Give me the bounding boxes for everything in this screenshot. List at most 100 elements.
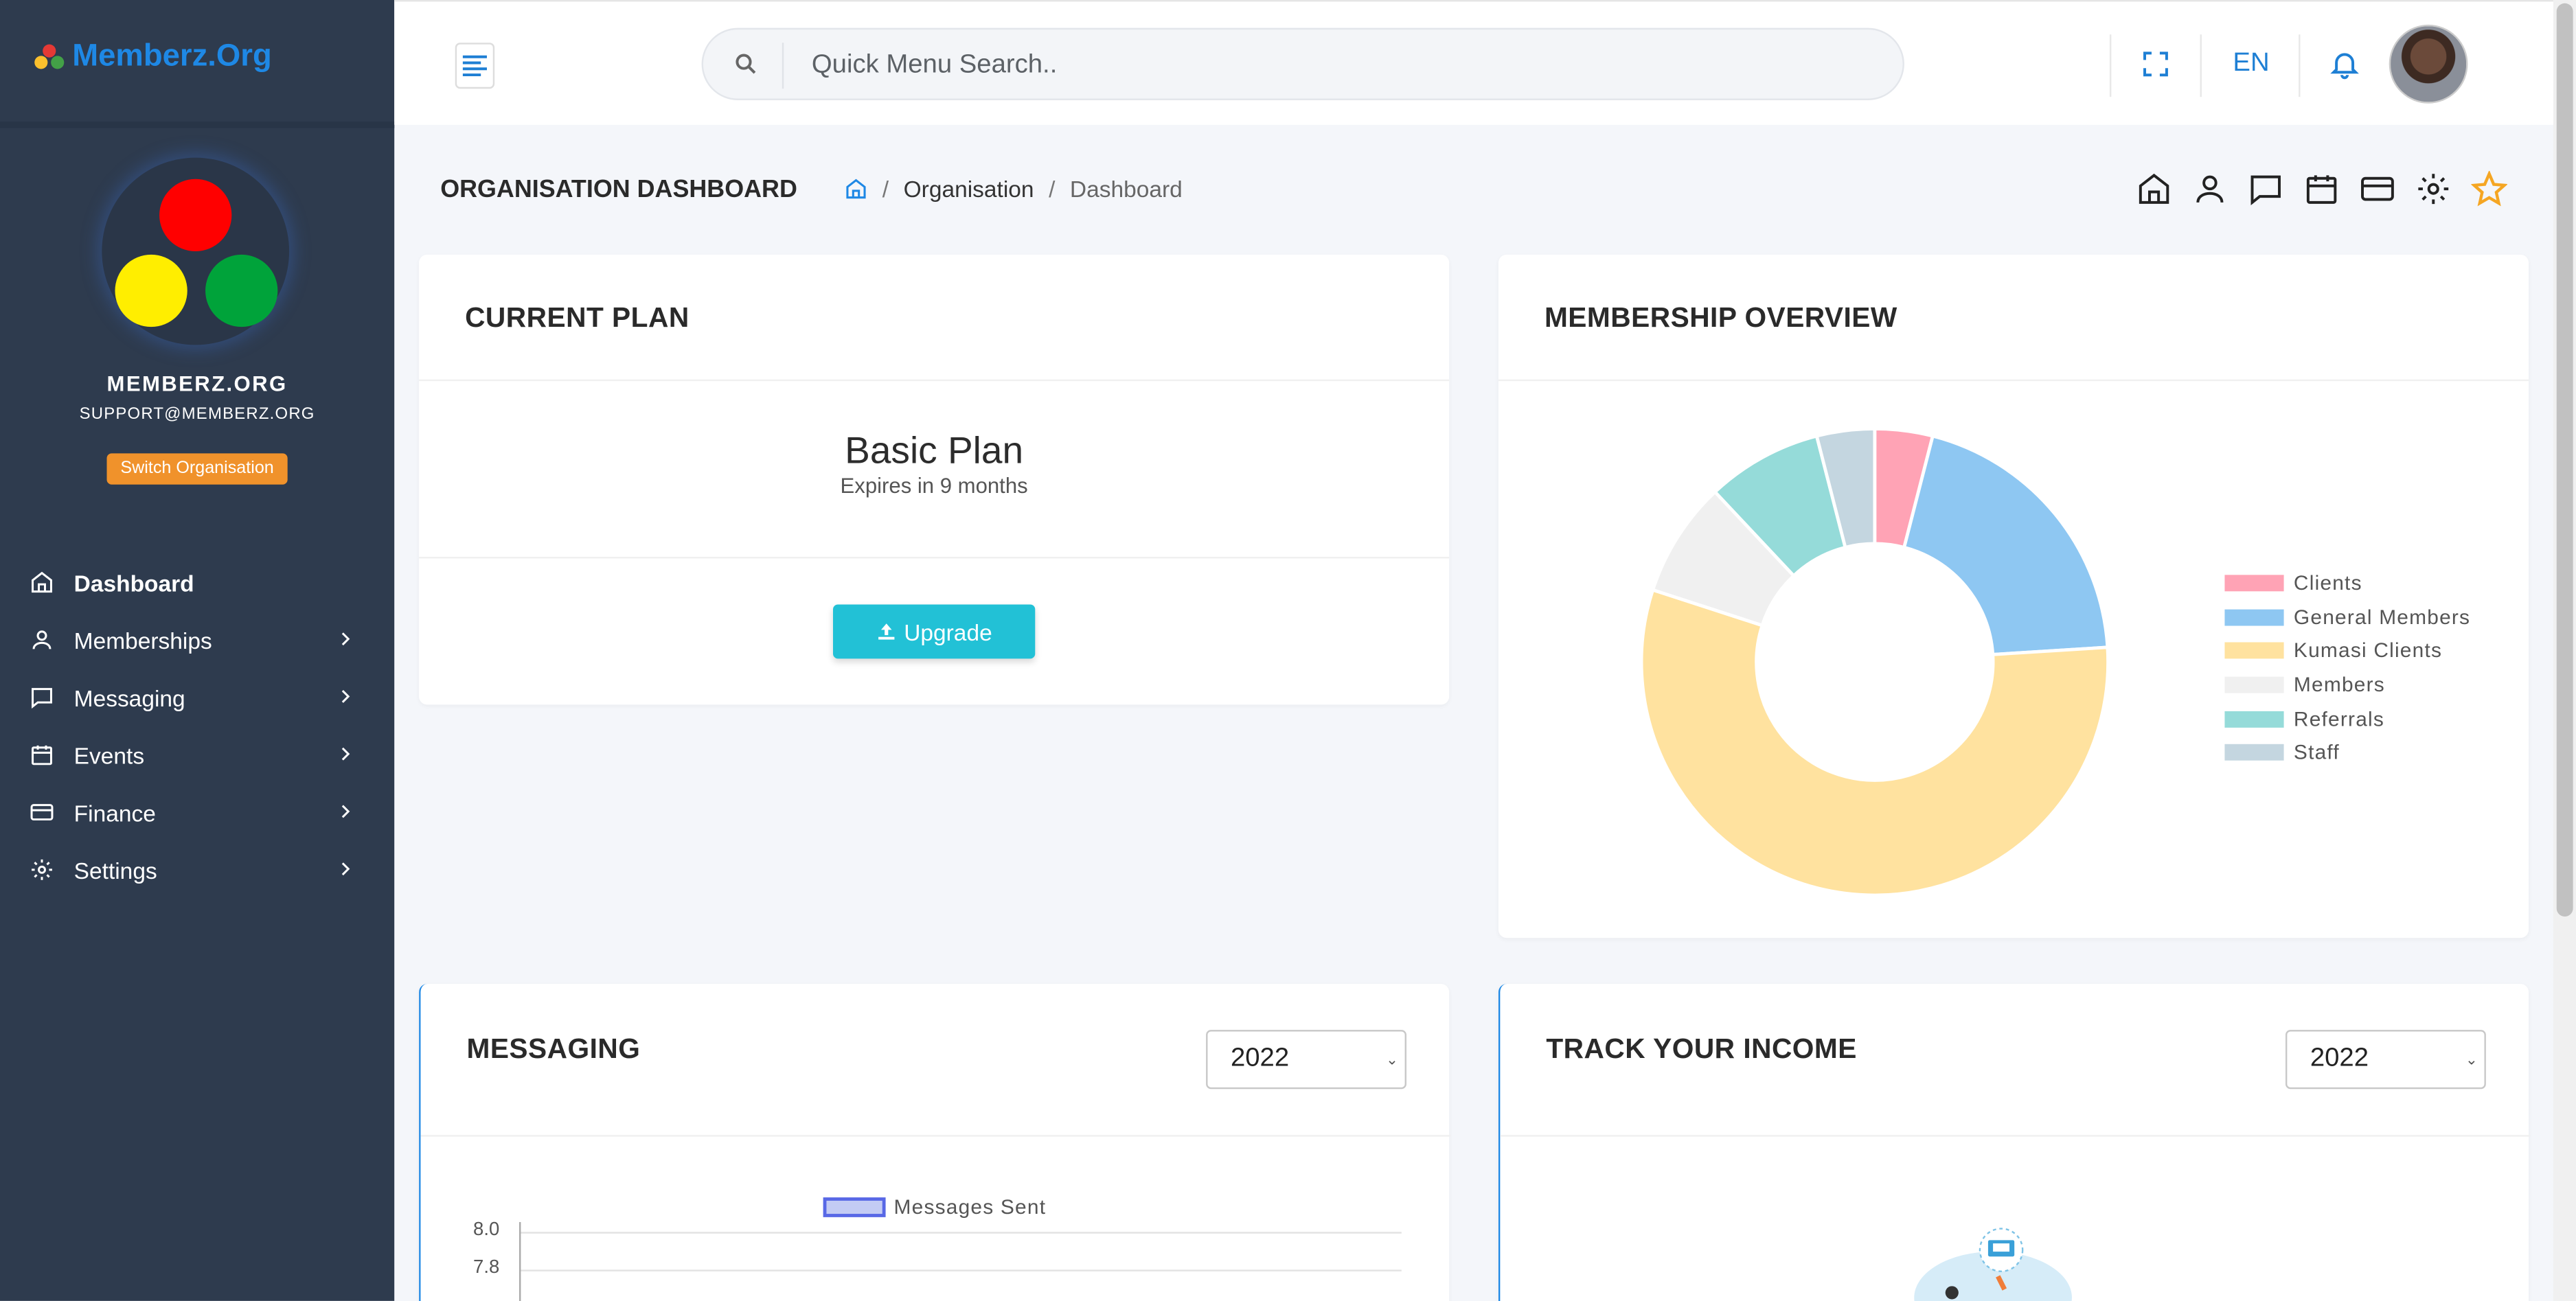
sidebar-item-finance[interactable]: Finance — [0, 783, 394, 841]
message-icon[interactable] — [2248, 171, 2284, 207]
donut-slice-general-members[interactable] — [1902, 434, 2110, 656]
chevron-right-icon — [341, 632, 350, 646]
breadcrumb-dashboard: Dashboard — [1069, 175, 1183, 203]
gear-icon — [32, 859, 52, 880]
home-icon[interactable] — [2136, 171, 2172, 207]
income-year-select[interactable]: 2022 ⌄ — [2285, 1030, 2486, 1090]
legend-swatch — [823, 1197, 886, 1217]
top-bar: EN — [394, 0, 2553, 125]
legend-item[interactable]: Members — [2224, 668, 2470, 702]
current-plan-card: CURRENT PLAN Basic Plan Expires in 9 mon… — [419, 254, 1450, 705]
legend-label: General Members — [2293, 606, 2471, 630]
messaging-card: MESSAGING 2022 ⌄ Messages Sent 8.0 7.8 — [419, 984, 1451, 1301]
divider — [2109, 34, 2112, 97]
plan-expiry: Expires in 9 months — [840, 473, 1028, 498]
legend-item[interactable]: Referrals — [2224, 702, 2470, 735]
chevron-right-icon — [341, 862, 350, 876]
breadcrumb: / Organisation / Dashboard — [845, 176, 1183, 202]
gear-icon[interactable] — [2415, 171, 2452, 207]
message-icon — [32, 688, 52, 709]
divider — [419, 379, 1450, 382]
card-icon[interactable] — [2360, 171, 2396, 207]
search-input[interactable] — [811, 45, 1798, 86]
chart-legend: Clients General Members Kumasi Clients Memb… — [2224, 566, 2470, 770]
gridline — [519, 1269, 1402, 1271]
card-title: TRACK YOUR INCOME — [1546, 1033, 1857, 1065]
fullscreen-icon[interactable] — [2139, 47, 2172, 80]
org-email: SUPPORT@MEMBERZ.ORG — [79, 405, 315, 424]
income-card: TRACK YOUR INCOME 2022 ⌄ — [1498, 984, 2531, 1301]
year-value: 2022 — [2310, 1044, 2369, 1073]
brand-dots-icon — [33, 43, 66, 72]
sidebar-item-dashboard[interactable]: Dashboard — [0, 553, 394, 611]
chevron-down-icon: ⌄ — [1385, 1051, 1399, 1068]
y-tick-label: 7.8 — [473, 1258, 500, 1278]
sidebar-item-label: Messaging — [73, 684, 185, 711]
divider — [419, 557, 1450, 559]
divider — [2200, 34, 2202, 97]
chevron-right-icon — [341, 689, 350, 703]
sidebar-item-label: Finance — [73, 798, 156, 826]
chevron-down-icon: ⌄ — [2465, 1051, 2478, 1068]
legend-item[interactable]: Clients — [2224, 566, 2470, 600]
sidebar-item-messaging[interactable]: Messaging — [0, 669, 394, 726]
income-illustration — [1914, 1228, 2072, 1301]
card-icon — [30, 804, 54, 821]
divider — [420, 1135, 1451, 1137]
legend-label: Members — [2293, 673, 2385, 697]
sidebar-item-label: Settings — [73, 856, 157, 883]
card-title: CURRENT PLAN — [465, 302, 689, 334]
brand-logo[interactable]: Memberz.Org — [33, 39, 272, 76]
legend-label: Messages Sent — [893, 1195, 1047, 1219]
bell-icon[interactable] — [2328, 47, 2361, 80]
sidebar-item-label: Memberships — [73, 626, 212, 654]
legend-swatch — [2224, 711, 2284, 728]
switch-organisation-button[interactable]: Switch Organisation — [106, 453, 288, 485]
sidebar-item-label: Events — [73, 741, 145, 768]
sidebar-item-settings[interactable]: Settings — [0, 841, 394, 899]
y-axis — [519, 1222, 521, 1301]
legend-label: Referrals — [2293, 707, 2385, 730]
legend-swatch — [2224, 643, 2284, 660]
calendar-icon[interactable] — [2303, 171, 2340, 207]
sidebar-item-events[interactable]: Events — [0, 726, 394, 783]
brand-name: Memberz.Org — [72, 39, 272, 74]
star-icon[interactable] — [2471, 170, 2507, 207]
home-icon[interactable] — [845, 177, 867, 200]
legend-label: Kumasi Clients — [2293, 639, 2443, 663]
menu-toggle-button[interactable] — [455, 43, 495, 89]
upload-icon — [878, 623, 895, 640]
avatar[interactable] — [2389, 24, 2468, 104]
legend-swatch — [2224, 609, 2284, 626]
breadcrumb-separator: / — [1049, 175, 1056, 203]
search-icon — [736, 54, 756, 74]
menu-lines-icon — [462, 55, 487, 77]
membership-overview-card: MEMBERSHIP OVERVIEW Clients General Membe… — [1498, 254, 2529, 939]
quick-links — [2136, 170, 2507, 207]
divider — [0, 122, 395, 128]
chart-legend: Messages Sent — [823, 1196, 1047, 1219]
sidebar-item-memberships[interactable]: Memberships — [0, 611, 394, 669]
plan-name: Basic Plan — [845, 428, 1024, 472]
gridline — [519, 1232, 1402, 1234]
breadcrumb-organisation[interactable]: Organisation — [904, 176, 1034, 202]
scrollbar[interactable] — [2553, 0, 2576, 1301]
search-bar — [701, 27, 1904, 100]
y-tick-label: 8.0 — [473, 1220, 500, 1241]
divider — [2299, 34, 2301, 97]
language-selector[interactable]: EN — [2233, 49, 2269, 79]
legend-item[interactable]: Kumasi Clients — [2224, 634, 2470, 668]
page-title: ORGANISATION DASHBOARD — [440, 175, 797, 204]
legend-item[interactable]: Staff — [2224, 736, 2470, 770]
scrollbar-thumb[interactable] — [2556, 3, 2573, 917]
legend-item[interactable]: General Members — [2224, 601, 2470, 634]
org-name: MEMBERZ.ORG — [106, 371, 288, 396]
legend-swatch — [2224, 676, 2284, 693]
messaging-year-select[interactable]: 2022 ⌄ — [1206, 1030, 1406, 1090]
legend-label: Clients — [2293, 572, 2362, 595]
user-icon[interactable] — [2192, 171, 2229, 207]
sidebar-item-label: Dashboard — [73, 569, 194, 596]
upgrade-button[interactable]: Upgrade — [832, 604, 1036, 659]
breadcrumb-separator: / — [882, 175, 889, 203]
card-title: MESSAGING — [466, 1033, 641, 1065]
